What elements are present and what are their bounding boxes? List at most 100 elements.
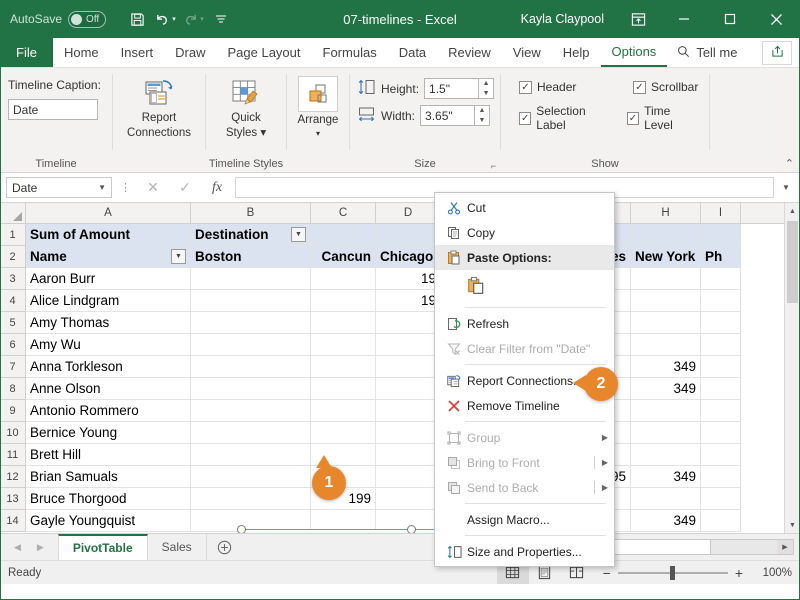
column-header-d[interactable]: D	[376, 203, 441, 223]
resize-handle-top-center[interactable]	[407, 525, 416, 533]
autosave-toggle[interactable]: Off	[68, 10, 107, 28]
autosave-control[interactable]: AutoSave Off	[10, 10, 107, 28]
row-header-11[interactable]: 11	[0, 444, 25, 466]
cell-B12[interactable]	[191, 466, 311, 488]
cell-C1[interactable]	[311, 224, 376, 246]
height-spin-arrows[interactable]: ▲ ▼	[478, 78, 495, 99]
arrange-dropdown-caret[interactable]: ▾	[316, 129, 320, 138]
zoom-slider[interactable]	[617, 565, 728, 580]
tab-file[interactable]: File	[0, 38, 53, 67]
scroll-right-icon[interactable]: ▶	[777, 540, 793, 554]
tab-options[interactable]: Options	[600, 38, 668, 67]
menu-item-remove-timeline[interactable]: Remove Timeline	[435, 393, 614, 418]
cell-A4[interactable]: Alice Lindgram	[26, 290, 191, 312]
row-header-9[interactable]: 9	[0, 400, 25, 422]
cell-I2[interactable]: Ph	[701, 246, 741, 268]
cell-C6[interactable]	[311, 334, 376, 356]
cell-H10[interactable]	[631, 422, 701, 444]
cell-B13[interactable]	[191, 488, 311, 510]
width-input[interactable]	[420, 105, 475, 126]
cell-D12[interactable]	[376, 466, 441, 488]
quick-styles-button[interactable]: Quick Styles ▾	[214, 74, 278, 140]
cell-A11[interactable]: Brett Hill	[26, 444, 191, 466]
tab-home[interactable]: Home	[53, 38, 110, 67]
checkbox-time-level-box[interactable]: ✓	[626, 111, 640, 125]
chevron-down-icon[interactable]: ▼	[98, 183, 106, 192]
cell-I11[interactable]	[701, 444, 741, 466]
row-header-13[interactable]: 13	[0, 488, 25, 510]
cell-D5[interactable]	[376, 312, 441, 334]
cell-B3[interactable]	[191, 268, 311, 290]
cell-I6[interactable]	[701, 334, 741, 356]
cell-H4[interactable]	[631, 290, 701, 312]
checkbox-header-box[interactable]: ✓	[519, 80, 532, 94]
cell-A7[interactable]: Anna Torkleson	[26, 356, 191, 378]
arrange-button[interactable]: Arrange ▾	[295, 74, 341, 138]
cell-H12[interactable]: 349	[631, 466, 701, 488]
cell-I7[interactable]	[701, 356, 741, 378]
cell-B2[interactable]: Boston	[191, 246, 311, 268]
menu-item-refresh[interactable]: Refresh	[435, 311, 614, 336]
column-header-h[interactable]: H	[631, 203, 701, 223]
cell-H9[interactable]	[631, 400, 701, 422]
cell-H13[interactable]	[631, 488, 701, 510]
row-header-12[interactable]: 12	[0, 466, 25, 488]
column-header-c[interactable]: C	[311, 203, 376, 223]
tab-formulas[interactable]: Formulas	[312, 38, 388, 67]
cell-D10[interactable]	[376, 422, 441, 444]
row-header-4[interactable]: 4	[0, 290, 25, 312]
tell-me-box[interactable]: Tell me	[667, 38, 747, 67]
filter-dropdown-icon[interactable]: ▼	[171, 249, 186, 264]
menu-paste-option-buttons[interactable]	[435, 270, 614, 304]
cell-A1[interactable]: Sum of Amount	[26, 224, 191, 246]
redo-icon[interactable]: ▾	[180, 6, 206, 32]
cell-I1[interactable]	[701, 224, 741, 246]
cell-B8[interactable]	[191, 378, 311, 400]
close-icon[interactable]	[754, 0, 798, 38]
cell-I5[interactable]	[701, 312, 741, 334]
cell-C2[interactable]: Cancun	[311, 246, 376, 268]
cell-I9[interactable]	[701, 400, 741, 422]
cell-I3[interactable]	[701, 268, 741, 290]
row-header-5[interactable]: 5	[0, 312, 25, 334]
paste-keep-formatting-icon[interactable]	[467, 276, 485, 298]
cell-B5[interactable]	[191, 312, 311, 334]
cell-B10[interactable]	[191, 422, 311, 444]
height-input[interactable]	[424, 78, 479, 99]
tab-insert[interactable]: Insert	[110, 38, 165, 67]
width-spinbox[interactable]: ▲▼	[420, 105, 491, 126]
cell-C8[interactable]	[311, 378, 376, 400]
cell-D2[interactable]: Chicago	[376, 246, 441, 268]
cell-A13[interactable]: Bruce Thorgood	[26, 488, 191, 510]
cell-B6[interactable]	[191, 334, 311, 356]
cell-I12[interactable]	[701, 466, 741, 488]
cell-H1[interactable]	[631, 224, 701, 246]
cell-I10[interactable]	[701, 422, 741, 444]
cell-A6[interactable]: Amy Wu	[26, 334, 191, 356]
vertical-scrollbar[interactable]: ▲ ▼	[784, 203, 800, 533]
sheet-nav-arrows[interactable]: ◀ ▶	[0, 534, 58, 560]
zoom-level-label[interactable]: 100%	[750, 567, 792, 579]
cell-C4[interactable]	[311, 290, 376, 312]
cell-D11[interactable]	[376, 444, 441, 466]
cell-I8[interactable]	[701, 378, 741, 400]
share-button[interactable]	[762, 40, 792, 65]
cell-A10[interactable]: Bernice Young	[26, 422, 191, 444]
cell-A14[interactable]: Gayle Youngquist	[26, 510, 191, 532]
collapse-ribbon-icon[interactable]: ⌃	[785, 157, 794, 170]
cell-H2[interactable]: New York	[631, 246, 701, 268]
tab-help[interactable]: Help	[552, 38, 601, 67]
enter-icon[interactable]: ✓	[171, 177, 199, 199]
formula-bar-grip[interactable]: ⋮	[116, 181, 135, 194]
cell-B11[interactable]	[191, 444, 311, 466]
restore-icon[interactable]	[708, 0, 752, 38]
cell-H5[interactable]	[631, 312, 701, 334]
cell-D9[interactable]	[376, 400, 441, 422]
row-header-2[interactable]: 2	[0, 246, 25, 268]
zoom-slider-knob[interactable]	[669, 565, 675, 580]
column-header-i[interactable]: I	[701, 203, 741, 223]
menu-item-size-properties[interactable]: Size and Properties...	[435, 539, 614, 564]
cell-I14[interactable]	[701, 510, 741, 532]
cell-H14[interactable]: 349	[631, 510, 701, 532]
next-sheet-icon[interactable]: ▶	[37, 542, 44, 553]
